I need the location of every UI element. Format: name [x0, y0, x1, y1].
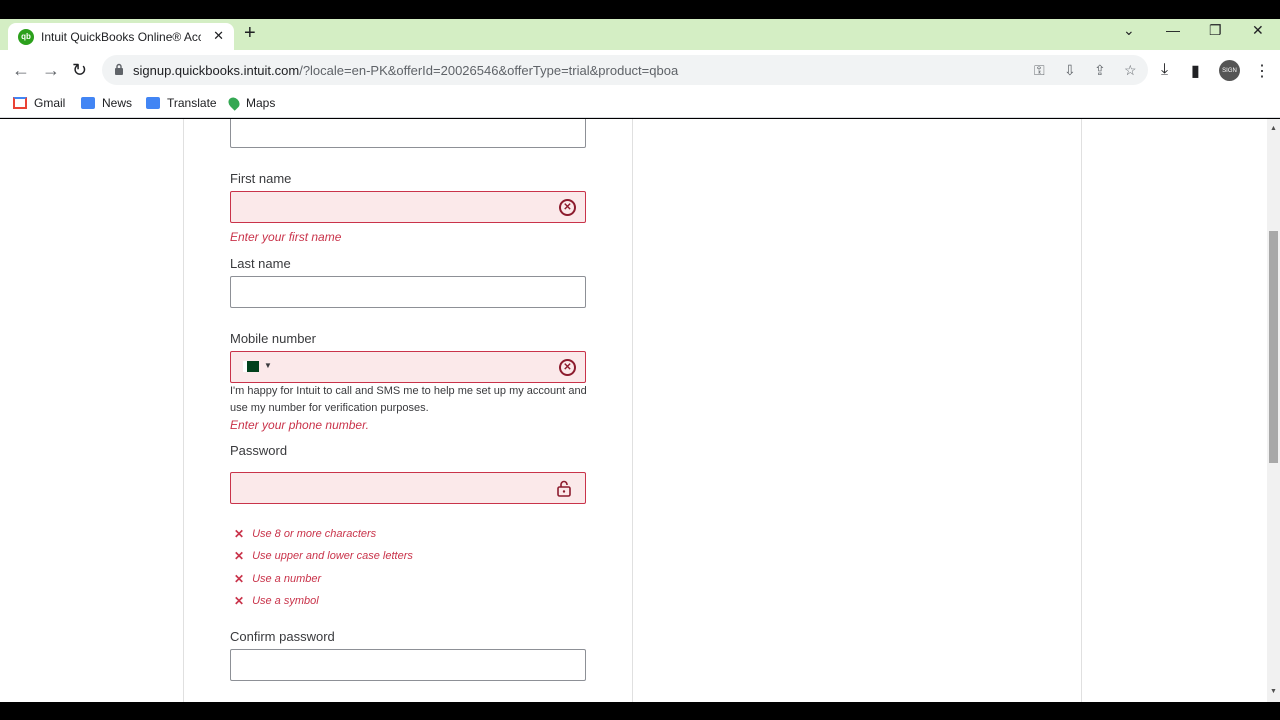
tab-title: Intuit QuickBooks Online® Acco [41, 29, 201, 44]
window-top-edge [0, 0, 1280, 19]
bookmark-label: Gmail [34, 96, 66, 110]
password-label: Password [230, 443, 288, 458]
bookmark-translate[interactable]: Translate [146, 96, 217, 110]
tab-search-icon[interactable]: ⌄ [1123, 22, 1135, 39]
downloads-icon[interactable]: ⤓ [1161, 61, 1168, 79]
first-name-error: Enter your first name [230, 230, 342, 244]
back-icon[interactable]: ← [12, 60, 30, 81]
x-icon: ✕ [234, 572, 245, 586]
first-name-label: First name [230, 171, 292, 186]
mobile-consent-text: I'm happy for Intuit to call and SMS me … [230, 385, 587, 414]
tab-strip: qb Intuit QuickBooks Online® Acco ✕ [0, 19, 1280, 50]
password-rule: ✕ Use 8 or more characters [234, 527, 376, 541]
bookmarks-bar: Gmail News Translate Maps [0, 90, 1280, 118]
scroll-down-icon[interactable]: ▼ [1270, 688, 1277, 695]
mobile-number-error: Enter your phone number. [230, 418, 369, 432]
side-panel-icon[interactable]: ▮ [1191, 61, 1200, 81]
password-rule: ✕ Use upper and lower case letters [234, 549, 413, 563]
url-host: signup.quickbooks.intuit.com [133, 63, 300, 78]
last-name-input[interactable] [230, 276, 586, 308]
last-name-label: Last name [230, 256, 291, 271]
window-bottom-edge [0, 702, 1280, 720]
tab-close-icon[interactable]: ✕ [213, 28, 224, 44]
x-icon: ✕ [234, 594, 245, 608]
password-rule: ✕ Use a symbol [234, 594, 319, 608]
previous-field-input[interactable] [230, 119, 586, 148]
password-rule-text: Use a symbol [252, 595, 319, 607]
error-clear-icon[interactable]: ✕ [559, 359, 576, 376]
pakistan-flag-icon[interactable] [243, 361, 259, 372]
reload-icon[interactable]: ↻ [72, 60, 87, 81]
card-divider [632, 119, 633, 702]
restore-icon[interactable]: ❐ [1209, 22, 1222, 39]
error-clear-icon[interactable]: ✕ [559, 199, 576, 216]
password-input[interactable] [230, 472, 586, 504]
window-close-icon[interactable]: ✕ [1252, 22, 1264, 39]
url-text: signup.quickbooks.intuit.com/?locale=en-… [133, 63, 678, 78]
browser-toolbar: ← → ↻ signup.quickbooks.intuit.com/?loca… [0, 50, 1280, 90]
padlock-icon[interactable] [557, 480, 571, 497]
scrollbar[interactable]: ▲ ▼ [1267, 119, 1280, 702]
profile-avatar[interactable]: SIGN [1219, 60, 1240, 81]
password-rule: ✕ Use a number [234, 572, 321, 586]
bookmark-label: Translate [167, 96, 217, 110]
menu-icon[interactable]: ⋮ [1254, 61, 1270, 81]
quickbooks-favicon-icon: qb [18, 28, 34, 45]
confirm-password-label: Confirm password [230, 629, 335, 644]
password-rule-text: Use a number [252, 573, 322, 585]
x-icon: ✕ [234, 527, 245, 541]
page-content: First name ✕ Enter your first name Last … [0, 119, 1267, 702]
news-icon [81, 97, 95, 109]
url-path: /?locale=en-PK&offerId=20026546&offerTyp… [299, 63, 679, 78]
bookmark-label: Maps [246, 96, 276, 110]
bookmark-maps[interactable]: Maps [226, 95, 276, 111]
password-rule-text: Use 8 or more characters [252, 528, 377, 540]
mobile-number-label: Mobile number [230, 331, 316, 346]
translate-icon [146, 97, 160, 109]
address-bar[interactable]: signup.quickbooks.intuit.com/?locale=en-… [102, 55, 1148, 85]
bookmark-gmail[interactable]: Gmail [13, 96, 65, 110]
gmail-icon [13, 97, 27, 109]
mobile-number-input[interactable]: ▼ ✕ [230, 351, 586, 383]
first-name-input[interactable]: ✕ [230, 191, 586, 223]
share-icon[interactable]: ⇪ [1094, 62, 1106, 79]
bookmark-label: News [102, 96, 133, 110]
forward-icon[interactable]: → [42, 60, 60, 81]
minimize-icon[interactable]: — [1166, 22, 1180, 38]
maps-icon [226, 95, 242, 111]
scroll-up-icon[interactable]: ▲ [1270, 125, 1277, 132]
browser-tab[interactable]: qb Intuit QuickBooks Online® Acco ✕ [8, 23, 234, 50]
caret-down-icon[interactable]: ▼ [264, 361, 272, 370]
scrollbar-thumb[interactable] [1269, 231, 1278, 463]
install-icon[interactable]: ⇩ [1064, 62, 1076, 79]
bookmark-star-icon[interactable]: ☆ [1124, 62, 1137, 79]
confirm-password-input[interactable] [230, 649, 586, 681]
new-tab-icon[interactable]: + [244, 23, 256, 43]
key-icon[interactable]: ⚿ [1034, 62, 1045, 79]
x-icon: ✕ [234, 549, 245, 563]
password-rule-text: Use upper and lower case letters [252, 550, 413, 562]
bookmark-news[interactable]: News [81, 96, 132, 110]
lock-icon [115, 63, 123, 75]
